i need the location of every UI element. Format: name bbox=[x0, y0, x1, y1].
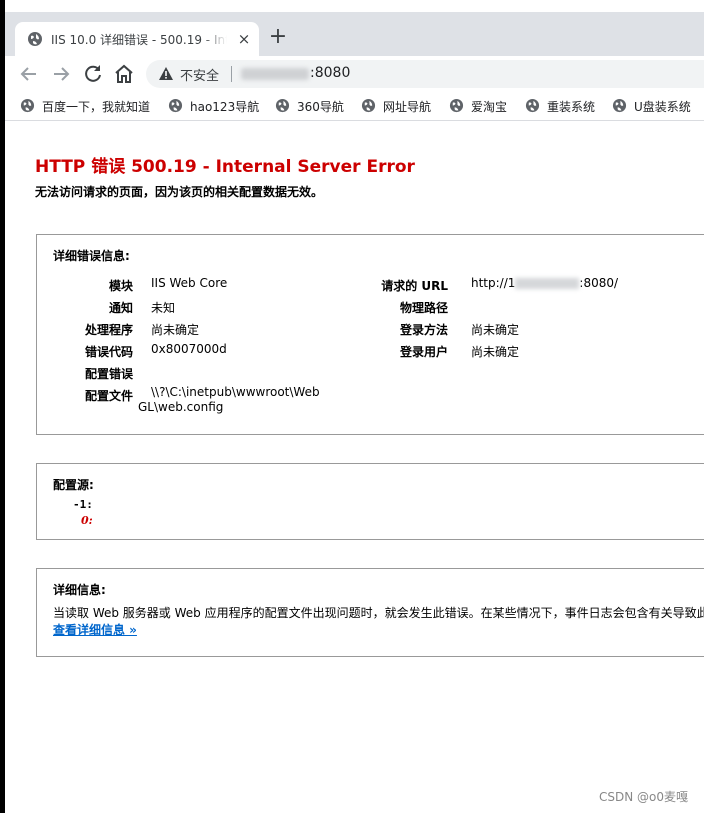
globe-icon bbox=[449, 98, 464, 113]
request-url: http://1 :8080/ bbox=[471, 276, 618, 290]
page-content: HTTP 错误 500.19 - Internal Server Error 无… bbox=[5, 121, 704, 813]
field-label: 模块 bbox=[108, 279, 133, 293]
address-bar[interactable]: 不安全 :8080 bbox=[146, 60, 704, 88]
config-source-panel: 配置源: -1: 0: bbox=[36, 463, 704, 540]
field-value: IIS Web Core bbox=[151, 276, 228, 290]
field-label: 配置错误 bbox=[84, 367, 133, 381]
home-button[interactable] bbox=[112, 62, 136, 86]
field-label: 请求的 URL bbox=[381, 279, 448, 293]
field-label: 错误代码 bbox=[84, 345, 133, 359]
more-info-panel: 详细信息: 当读取 Web 服务器或 Web 应用程序的配置文件出现问题时，就会… bbox=[36, 568, 704, 657]
view-details-link[interactable]: 查看详细信息 » bbox=[53, 621, 137, 638]
title-bar bbox=[5, 0, 704, 12]
panel-title: 详细信息: bbox=[53, 583, 106, 597]
field-value: 尚未确定 bbox=[471, 345, 520, 359]
bookmark-label: hao123导航 bbox=[190, 100, 260, 114]
field-label: 登录方法 bbox=[399, 323, 448, 337]
toolbar: 不安全 :8080 bbox=[5, 56, 704, 92]
bookmark-label: 重装系统 bbox=[547, 100, 596, 114]
arrow-right-icon bbox=[54, 67, 70, 81]
config-file-path: \\?\C:\inetpub\wwwroot\WebGL\web.config bbox=[138, 385, 320, 414]
request-url-suffix: :8080/ bbox=[579, 276, 619, 290]
bookmark-label: 爱淘宝 bbox=[471, 100, 508, 114]
redacted-host bbox=[241, 68, 309, 80]
bookmark-label: 百度一下，我就知道 bbox=[42, 100, 151, 114]
arrow-left-icon bbox=[20, 67, 36, 81]
bookmark-label: 网址导航 bbox=[383, 100, 432, 114]
field-label: 登录用户 bbox=[399, 345, 448, 359]
warning-icon bbox=[159, 67, 173, 80]
tab-title: IIS 10.0 详细错误 - 500.19 - Internal Server… bbox=[51, 33, 227, 47]
globe-icon bbox=[275, 98, 290, 113]
more-info-text: 当读取 Web 服务器或 Web 应用程序的配置文件出现问题时，就会发生此错误。… bbox=[53, 606, 704, 620]
globe-icon bbox=[28, 32, 42, 46]
tab-close-button[interactable]: × bbox=[235, 30, 253, 48]
field-value: 尚未确定 bbox=[151, 323, 200, 337]
page-subtitle: 无法访问请求的页面，因为该页的相关配置数据无效。 bbox=[35, 185, 324, 199]
redacted-host bbox=[515, 278, 580, 289]
panel-title: 详细错误信息: bbox=[53, 249, 130, 263]
field-value: 未知 bbox=[151, 301, 176, 315]
field-value: 尚未确定 bbox=[471, 323, 520, 337]
reload-button[interactable] bbox=[81, 62, 105, 86]
panel-title: 配置源: bbox=[53, 478, 94, 492]
request-url-prefix: http://1 bbox=[471, 276, 516, 290]
field-label: 通知 bbox=[108, 301, 133, 315]
bookmark-label: U盘装系统 bbox=[634, 100, 691, 114]
globe-icon bbox=[168, 98, 183, 113]
globe-icon bbox=[612, 98, 627, 113]
page-title: HTTP 错误 500.19 - Internal Server Error bbox=[35, 157, 415, 177]
field-value: 0x8007000d bbox=[151, 342, 227, 356]
config-source-line-highlight: 0: bbox=[81, 514, 93, 527]
omnibox-separator bbox=[231, 66, 232, 82]
bookmarks-bar: 百度一下，我就知道 hao123导航 360导航 网址导航 爱淘宝 重装系统 U… bbox=[5, 92, 704, 121]
globe-icon bbox=[20, 98, 35, 113]
config-source-line: -1: bbox=[73, 498, 93, 511]
tab-strip: IIS 10.0 详细错误 - 500.19 - Internal Server… bbox=[5, 12, 704, 56]
url-text[interactable]: :8080 bbox=[310, 65, 350, 81]
reload-icon bbox=[85, 65, 101, 82]
security-indicator[interactable]: 不安全 bbox=[180, 65, 219, 84]
field-label: 处理程序 bbox=[84, 323, 133, 337]
new-tab-button[interactable]: + bbox=[267, 26, 289, 48]
globe-icon bbox=[361, 98, 376, 113]
back-button[interactable] bbox=[17, 62, 41, 86]
watermark: CSDN @o0麦嘎 bbox=[598, 790, 688, 804]
home-icon bbox=[115, 64, 133, 83]
forward-button[interactable] bbox=[49, 62, 73, 86]
field-label: 配置文件 bbox=[84, 389, 133, 403]
tab-active[interactable]: IIS 10.0 详细错误 - 500.19 - Internal Server… bbox=[15, 22, 259, 56]
error-details-panel: 详细错误信息: 模块 IIS Web Core 通知 未知 处理程序 尚未确定 … bbox=[36, 234, 704, 435]
globe-icon bbox=[525, 98, 540, 113]
bookmark-label: 360导航 bbox=[297, 100, 344, 114]
field-label: 物理路径 bbox=[399, 301, 448, 315]
